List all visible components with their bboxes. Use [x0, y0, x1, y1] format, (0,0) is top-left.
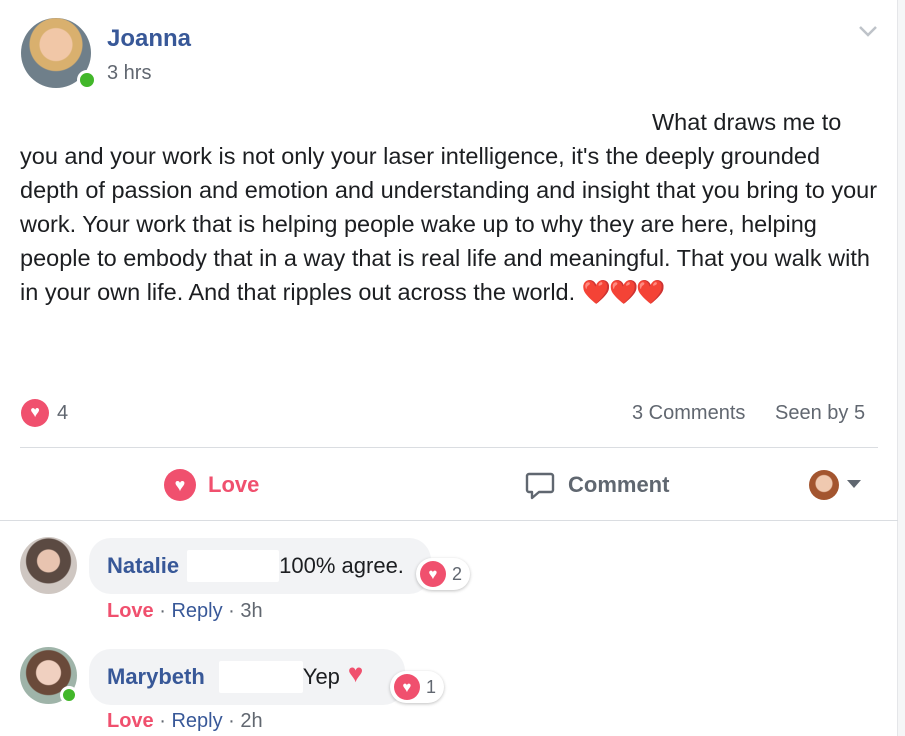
heart-icon: ♥ [164, 469, 196, 501]
love-button[interactable]: ♥ Love [164, 469, 259, 501]
comment-time[interactable]: 2h [240, 710, 262, 732]
speech-bubble-icon [524, 469, 556, 501]
scrollbar-track[interactable] [897, 0, 905, 736]
comment-button[interactable]: Comment [524, 469, 669, 501]
comment-actions: Love · Reply · 3h [107, 600, 263, 623]
comment-author-name[interactable]: Natalie [107, 553, 179, 579]
comment-love-link[interactable]: Love [107, 600, 154, 622]
heart-emoji: ❤️❤️❤️ [581, 279, 666, 305]
comment-reply-link[interactable]: Reply [171, 710, 222, 732]
comment-text: Yep [302, 664, 340, 689]
chevron-down-icon [847, 476, 861, 494]
separator-dot: · [159, 710, 172, 732]
comments-count-link[interactable]: 3 Comments [632, 402, 745, 425]
comment-actions: Love · Reply · 2h [107, 710, 263, 733]
separator-dot: · [228, 710, 241, 732]
seen-by-link[interactable]: Seen by 5 [775, 402, 865, 425]
comment-bubble: Natalie 100% agree. [89, 538, 431, 594]
profile-avatar [809, 470, 839, 500]
post-timestamp[interactable]: 3 hrs [107, 62, 151, 85]
comment-button-label: Comment [568, 472, 670, 497]
comment-time[interactable]: 3h [240, 600, 262, 622]
comment-bubble: Marybeth Yep ♥ [89, 649, 405, 705]
post-author-name[interactable]: Joanna [107, 25, 191, 53]
reaction-count[interactable]: 4 [57, 402, 68, 425]
separator-dot: · [159, 600, 172, 622]
post-options-chevron-icon[interactable] [857, 22, 879, 40]
heart-icon: ♥ [347, 657, 364, 688]
comment-reaction-pill[interactable]: ♥ 2 [416, 558, 471, 590]
audience-selector[interactable] [809, 470, 861, 500]
heart-icon: ♥ [394, 674, 420, 700]
comment-reaction-count: 2 [452, 563, 463, 584]
comment-love-link[interactable]: Love [107, 710, 154, 732]
comment-author-name[interactable]: Marybeth [107, 664, 205, 690]
post-text: What draws me to you and your work is no… [20, 109, 878, 305]
redacted-name [218, 661, 303, 693]
comment-text: 100% agree. [279, 553, 404, 578]
love-reaction-icon[interactable]: ♥ [21, 399, 49, 427]
separator-dot: · [228, 600, 241, 622]
heart-icon: ♥ [420, 561, 446, 587]
love-button-label: Love [208, 472, 260, 497]
comment-reaction-count: 1 [426, 676, 437, 697]
online-status-indicator [77, 70, 97, 90]
comment-reply-link[interactable]: Reply [171, 600, 222, 622]
comment-avatar[interactable] [20, 537, 77, 594]
post-body: What draws me to you and your work is no… [20, 105, 880, 309]
divider-top [20, 447, 878, 448]
divider-bottom [0, 520, 898, 521]
redacted-name [187, 550, 280, 582]
comment-reaction-pill[interactable]: ♥ 1 [390, 671, 445, 703]
online-status-indicator [60, 686, 78, 704]
